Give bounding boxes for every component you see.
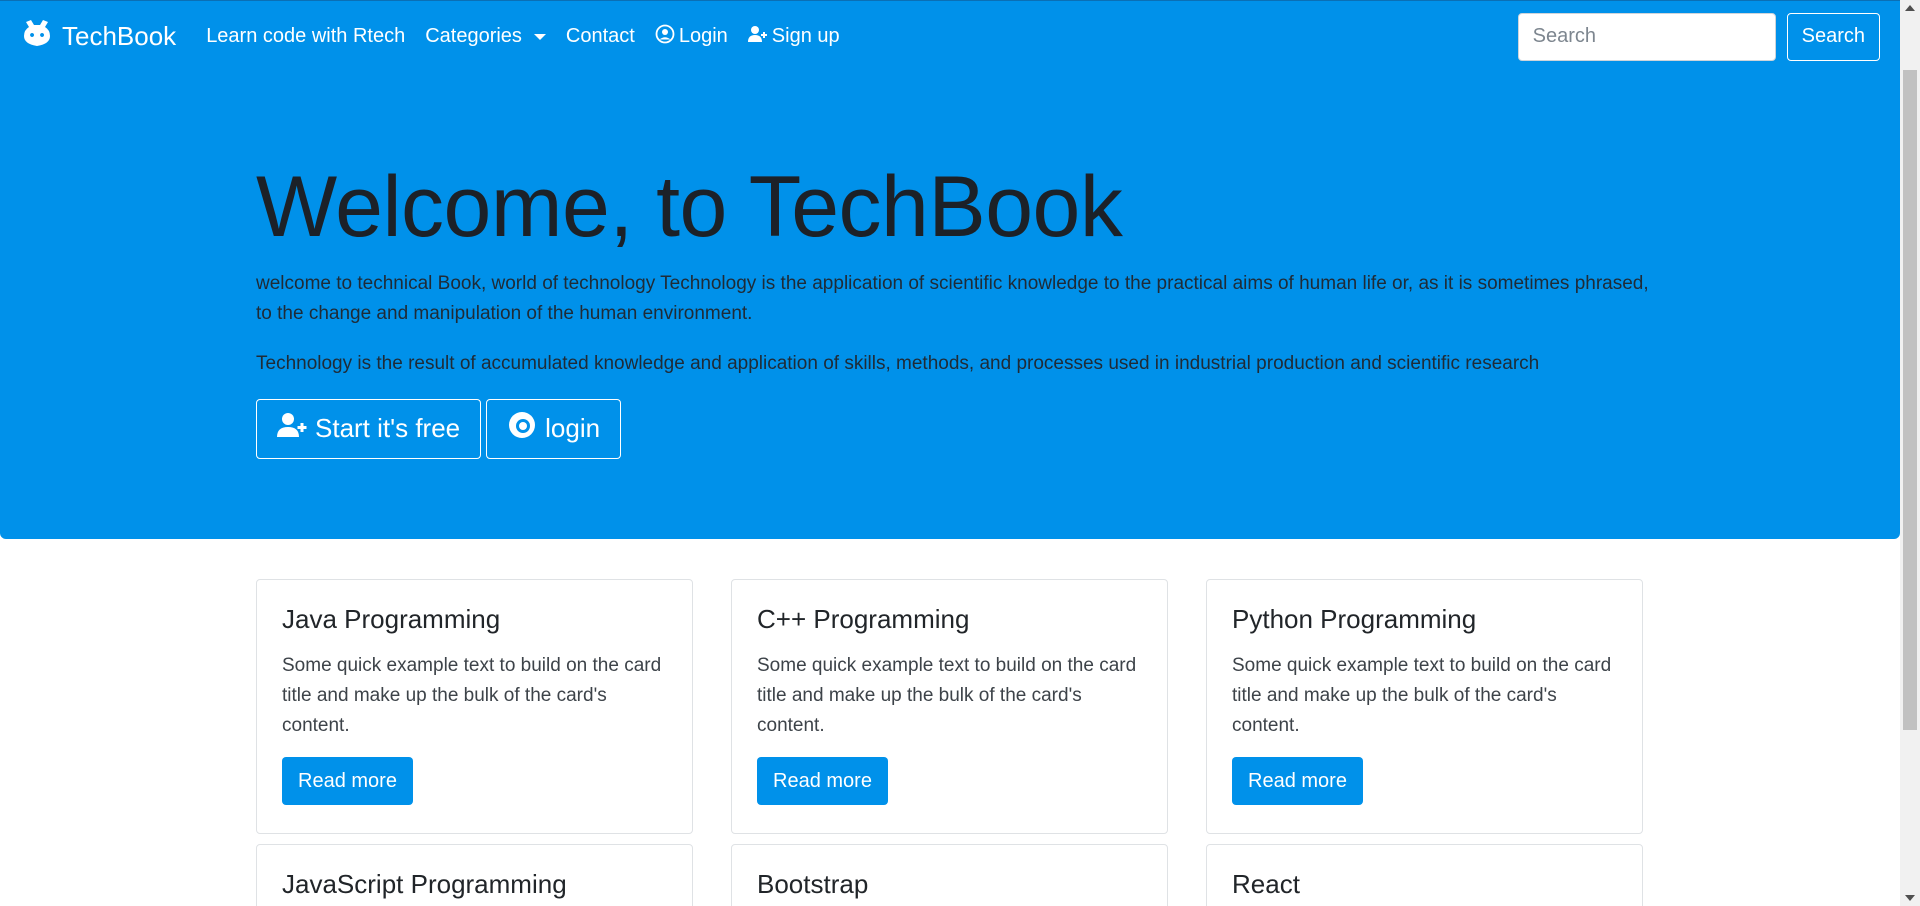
card-text: Some quick example text to build on the … <box>757 655 1137 736</box>
course-cards: Java Programming Some quick example text… <box>256 579 1643 906</box>
start-free-label: Start it's free <box>315 413 461 444</box>
course-card: JavaScript Programming <box>256 844 693 906</box>
card-title: Bootstrap <box>757 869 869 899</box>
card-title: Python Programming <box>1232 604 1477 634</box>
hero-title: Welcome, to TechBook <box>256 159 1123 255</box>
chevron-down-icon <box>533 33 546 40</box>
card-text: Some quick example text to build on the … <box>282 655 662 736</box>
user-circle-icon <box>655 24 675 50</box>
search-input[interactable] <box>1517 12 1776 61</box>
hero-login-button[interactable]: login <box>486 398 622 459</box>
brand-link[interactable]: TechBook <box>20 18 176 55</box>
read-more-button[interactable]: Read more <box>757 757 888 805</box>
card-text: Some quick example text to build on the … <box>1232 655 1612 736</box>
bug-icon <box>20 18 54 55</box>
search-button[interactable]: Search <box>1786 12 1880 61</box>
scroll-down-icon[interactable] <box>1905 895 1915 901</box>
top-navbar: TechBook Learn code with Rtech Categorie… <box>0 0 1900 72</box>
read-more-button[interactable]: Read more <box>1232 757 1363 805</box>
nav-signup-label: Sign up <box>771 25 840 47</box>
nav-login[interactable]: Login <box>655 24 728 50</box>
course-card: Python Programming Some quick example te… <box>1206 579 1643 834</box>
nav-contact[interactable]: Contact <box>566 25 635 48</box>
nav-learn-code-label: Learn code with Rtech <box>206 25 406 47</box>
read-more-button[interactable]: Read more <box>282 757 413 805</box>
scrollbar-thumb[interactable] <box>1903 70 1917 730</box>
card-title: React <box>1232 869 1300 899</box>
card-title: Java Programming <box>282 604 501 634</box>
vertical-scrollbar[interactable] <box>1900 0 1920 906</box>
course-card: C++ Programming Some quick example text … <box>731 579 1168 834</box>
nav-login-label: Login <box>678 25 728 47</box>
nav-signup[interactable]: Sign up <box>747 24 840 50</box>
circle-user-icon <box>507 410 537 447</box>
hero-jumbotron: Welcome, to TechBook welcome to technica… <box>0 72 1900 539</box>
start-free-button[interactable]: Start it's free <box>256 398 482 459</box>
nav-contact-label: Contact <box>565 25 635 47</box>
user-plus-icon <box>747 24 768 50</box>
user-plus-icon <box>277 410 307 447</box>
hero-login-label: login <box>545 413 601 444</box>
course-card: Java Programming Some quick example text… <box>256 579 693 834</box>
course-card: Bootstrap <box>731 844 1168 906</box>
brand-name: TechBook <box>62 21 177 51</box>
nav-categories-dropdown[interactable]: Categories <box>425 25 546 48</box>
card-title: C++ Programming <box>757 604 970 634</box>
card-title: JavaScript Programming <box>282 869 567 899</box>
course-card: React <box>1206 844 1643 906</box>
hero-paragraph-1: welcome to technical Book, world of tech… <box>256 272 1649 324</box>
hero-paragraph-2: Technology is the result of accumulated … <box>256 352 1540 374</box>
scroll-up-icon[interactable] <box>1905 5 1915 11</box>
nav-learn-code[interactable]: Learn code with Rtech <box>206 25 405 48</box>
nav-categories-label: Categories <box>425 25 522 47</box>
